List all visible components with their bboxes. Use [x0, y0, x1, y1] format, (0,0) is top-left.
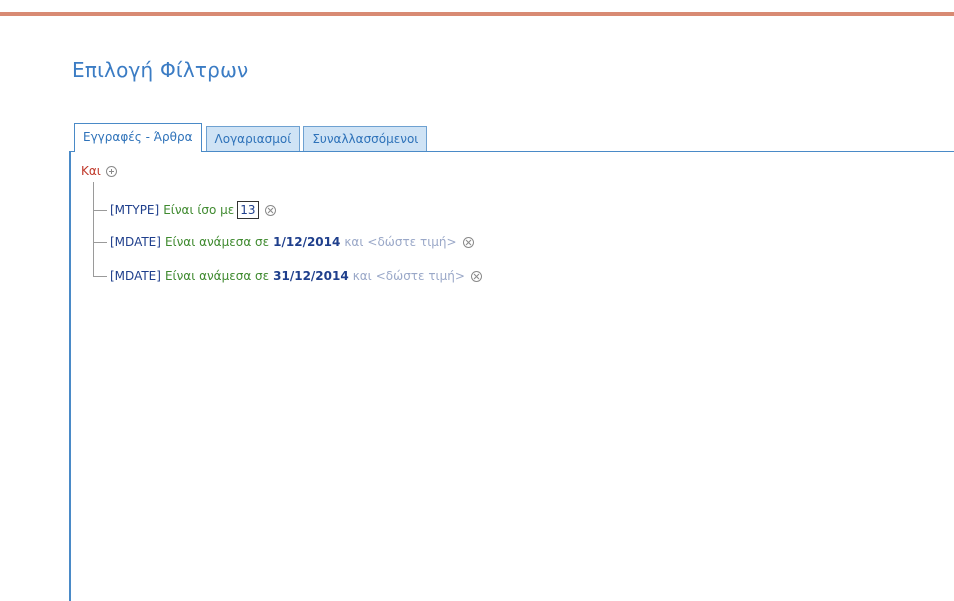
remove-condition-icon[interactable]	[462, 236, 474, 248]
top-accent-rule	[0, 12, 954, 16]
condition-row: [MDATE] Είναι ανάμεσα σε 31/12/2014 και …	[93, 266, 482, 286]
condition-field[interactable]: [MDATE]	[110, 235, 161, 249]
condition-row: [MDATE] Είναι ανάμεσα σε 1/12/2014 και <…	[93, 232, 474, 252]
tree-connector-line	[93, 182, 94, 277]
filter-editor-panel: Και [MTYPE] Είναι ίσο με 13 [MDATE] Είνα…	[69, 151, 954, 601]
page-title: Επιλογή Φίλτρων	[72, 58, 249, 82]
root-group-row: Και	[81, 164, 117, 178]
condition-value2-placeholder[interactable]: <δώστε τιμή>	[376, 269, 465, 283]
tree-branch	[93, 241, 107, 243]
condition-operator[interactable]: Είναι ίσο με	[163, 203, 234, 217]
tree-branch	[93, 275, 107, 277]
condition-field[interactable]: [MDATE]	[110, 269, 161, 283]
condition-value[interactable]: 1/12/2014	[273, 235, 340, 249]
condition-value2-placeholder[interactable]: <δώστε τιμή>	[367, 235, 456, 249]
condition-field[interactable]: [MTYPE]	[110, 203, 159, 217]
condition-operator[interactable]: Είναι ανάμεσα σε	[165, 235, 269, 249]
remove-condition-icon[interactable]	[264, 204, 276, 216]
condition-row: [MTYPE] Είναι ίσο με 13	[93, 200, 276, 220]
range-joiner: και	[352, 269, 372, 283]
tree-branch	[93, 209, 107, 211]
condition-operator[interactable]: Είναι ανάμεσα σε	[165, 269, 269, 283]
filter-tabs: Εγγραφές - Άρθρα Λογαριασμοί Συναλλασσόμ…	[74, 123, 430, 152]
tab-counterparties[interactable]: Συναλλασσόμενοι	[303, 126, 428, 152]
condition-value-input[interactable]: 13	[237, 201, 259, 219]
tab-entries-articles[interactable]: Εγγραφές - Άρθρα	[74, 123, 202, 152]
remove-condition-icon[interactable]	[470, 270, 482, 282]
add-condition-icon[interactable]	[105, 165, 117, 177]
tab-accounts[interactable]: Λογαριασμοί	[205, 126, 301, 152]
condition-value[interactable]: 31/12/2014	[273, 269, 349, 283]
root-operator-link[interactable]: Και	[81, 164, 101, 178]
range-joiner: και	[344, 235, 364, 249]
